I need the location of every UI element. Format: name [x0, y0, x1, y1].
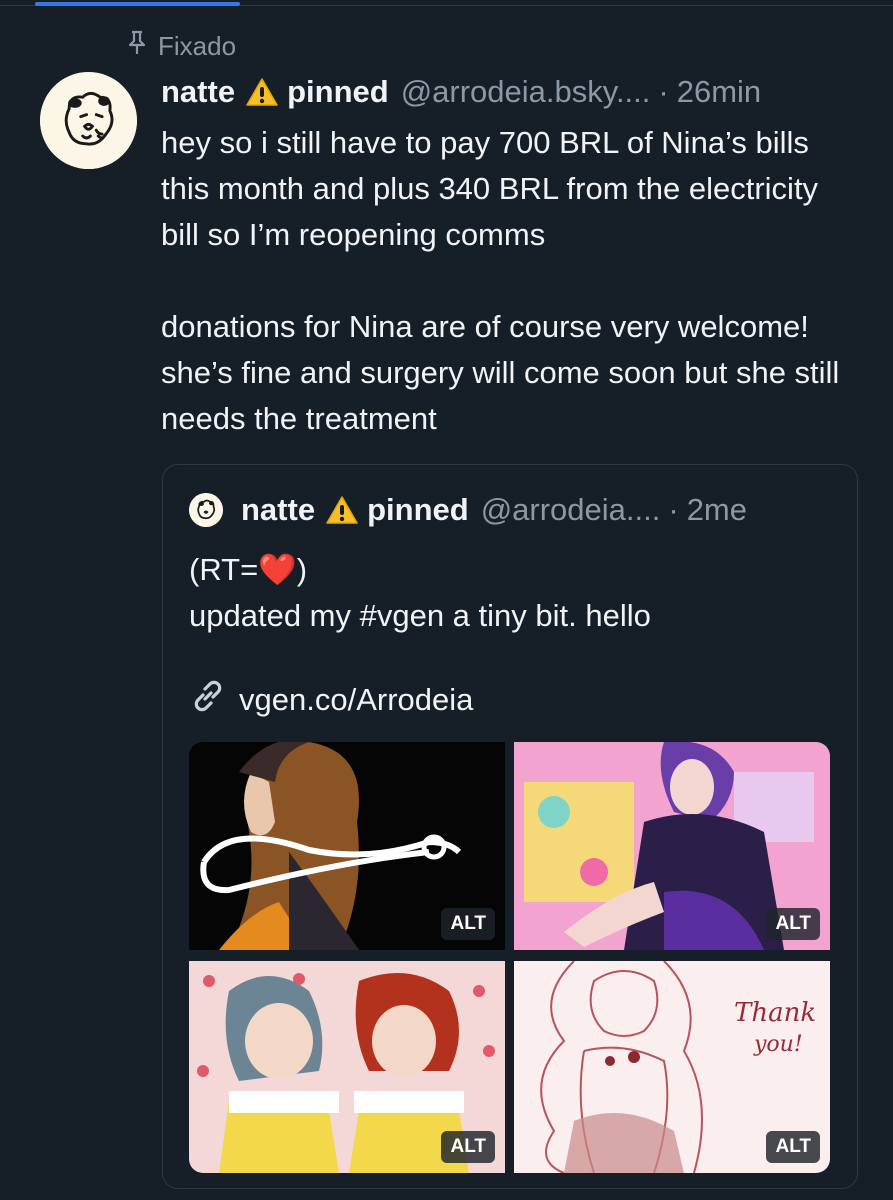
quoted-line-1: (RT=❤️)	[189, 552, 308, 587]
link-url[interactable]: vgen.co/Arrodeia	[239, 682, 473, 718]
author-suffix[interactable]: pinned	[287, 74, 389, 110]
post-paragraph: hey so i still have to pay 700 BRL of Ni…	[161, 125, 819, 252]
post-header: natte pinned @arrodeia.bsky.... · 26min	[161, 70, 871, 114]
pinned-indicator: Fixado	[126, 30, 236, 62]
warning-icon	[245, 77, 279, 107]
quoted-post-header: natte pinned @arrodeia.... · 2me	[189, 489, 849, 531]
svg-text:Thank: Thank	[734, 998, 816, 1028]
author-handle[interactable]: @arrodeia.bsky....	[401, 74, 651, 110]
alt-badge[interactable]: ALT	[766, 1131, 820, 1163]
pin-icon	[126, 30, 148, 63]
attached-image[interactable]: ALT	[189, 961, 505, 1173]
quoted-author-suffix: pinned	[367, 492, 469, 527]
separator-dot: ·	[658, 74, 669, 109]
pinned-label: Fixado	[158, 30, 237, 61]
attached-image[interactable]: Thank you! ALT	[514, 961, 830, 1173]
avatar[interactable]	[40, 72, 137, 169]
post-body: hey so i still have to pay 700 BRL of Ni…	[161, 120, 861, 488]
quoted-post-body: (RT=❤️) updated my #vgen a tiny bit. hel…	[189, 547, 829, 639]
quoted-avatar	[189, 493, 223, 527]
quoted-author-name: natte	[241, 492, 316, 527]
quoted-post-time: 2me	[686, 492, 747, 527]
quoted-author-handle: @arrodeia....	[480, 492, 661, 527]
active-tab-indicator[interactable]	[35, 2, 240, 6]
alt-badge[interactable]: ALT	[766, 908, 820, 940]
image-grid: ALT ALT ALT Thank you! ALT	[189, 742, 830, 1173]
attached-image[interactable]: ALT	[514, 742, 830, 950]
tab-bar	[0, 0, 893, 6]
alt-badge[interactable]: ALT	[441, 1131, 495, 1163]
quoted-post[interactable]: natte pinned @arrodeia.... · 2me (RT=❤️)…	[162, 464, 858, 1189]
link-icon	[189, 677, 227, 723]
svg-text:you!: you!	[753, 1032, 803, 1057]
attached-image[interactable]: ALT	[189, 742, 505, 950]
post-time[interactable]: 26min	[677, 74, 761, 110]
separator-dot: ·	[668, 492, 679, 527]
post-paragraph: donations for Nina are of course very we…	[161, 309, 840, 436]
alt-badge[interactable]: ALT	[441, 908, 495, 940]
warning-icon	[325, 495, 359, 525]
quoted-link[interactable]: vgen.co/Arrodeia	[189, 677, 473, 723]
author-name[interactable]: natte	[161, 74, 235, 110]
quoted-line-2: updated my #vgen a tiny bit. hello	[189, 598, 651, 633]
